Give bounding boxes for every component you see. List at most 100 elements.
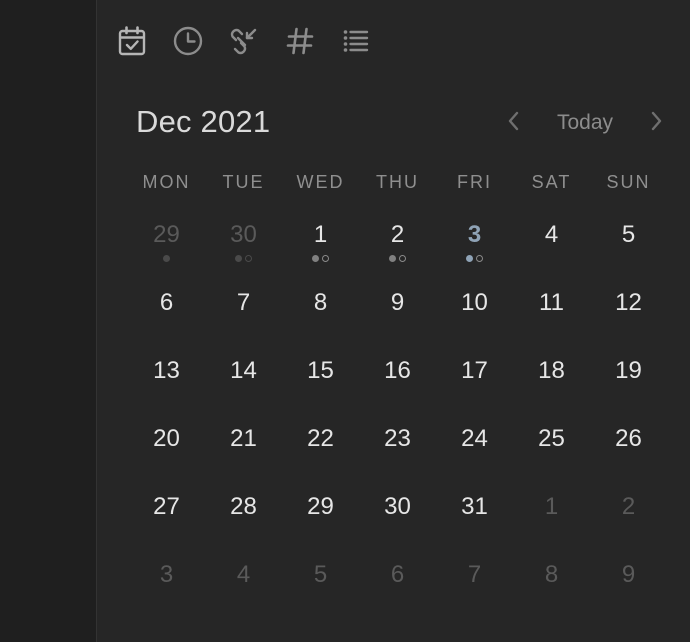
- day-cell[interactable]: 2: [590, 473, 667, 541]
- weekday-label: TUE: [222, 172, 265, 192]
- day-cell[interactable]: 31: [436, 473, 513, 541]
- day-cell[interactable]: 1: [282, 201, 359, 269]
- day-cell[interactable]: 15: [282, 337, 359, 405]
- day-number: 23: [384, 425, 411, 452]
- note-indicators: [282, 255, 359, 262]
- day-cell[interactable]: 30: [359, 473, 436, 541]
- day-cell[interactable]: 9: [359, 269, 436, 337]
- day-number: 10: [461, 289, 488, 316]
- day-cell[interactable]: 30: [205, 201, 282, 269]
- weekday-label: SUN: [606, 172, 651, 192]
- weekday-label: FRI: [457, 172, 492, 192]
- day-cell[interactable]: 12: [590, 269, 667, 337]
- day-number: 8: [544, 561, 559, 588]
- day-cell[interactable]: 20: [128, 405, 205, 473]
- day-number: 9: [621, 561, 636, 588]
- chevron-left-icon: [506, 109, 522, 138]
- day-number: 19: [615, 357, 642, 384]
- day-number: 5: [313, 561, 328, 588]
- day-cell[interactable]: 14: [205, 337, 282, 405]
- day-cell[interactable]: 26: [590, 405, 667, 473]
- day-number: 16: [384, 357, 411, 384]
- recent-tab-button[interactable]: [168, 21, 208, 61]
- task-dot: [245, 255, 252, 262]
- day-cell[interactable]: 5: [590, 201, 667, 269]
- day-cell[interactable]: 6: [359, 541, 436, 609]
- day-cell[interactable]: 17: [436, 337, 513, 405]
- day-number: 24: [461, 425, 488, 452]
- toolbar: [112, 16, 392, 66]
- today-day-cell[interactable]: 3: [436, 201, 513, 269]
- chevron-right-icon: [648, 109, 664, 138]
- calendar-grid: 29 30 1 2 3 4 5 6 7 8 9 10 11 12 13 14 15 16 17 18 19 20 21 22 2…: [128, 201, 667, 609]
- note-indicators: [359, 255, 436, 262]
- day-cell[interactable]: 3: [128, 541, 205, 609]
- day-cell[interactable]: 28: [205, 473, 282, 541]
- day-cell[interactable]: 6: [128, 269, 205, 337]
- note-dot: [312, 255, 319, 262]
- task-dot: [322, 255, 329, 262]
- weekday-label: THU: [376, 172, 419, 192]
- day-cell[interactable]: 24: [436, 405, 513, 473]
- day-cell[interactable]: 13: [128, 337, 205, 405]
- day-cell[interactable]: 8: [282, 269, 359, 337]
- day-number: 1: [313, 221, 328, 248]
- day-cell[interactable]: 19: [590, 337, 667, 405]
- day-cell[interactable]: 23: [359, 405, 436, 473]
- day-number: 6: [159, 289, 174, 316]
- day-cell[interactable]: 2: [359, 201, 436, 269]
- day-cell[interactable]: 4: [205, 541, 282, 609]
- day-number: 26: [615, 425, 642, 452]
- note-dot: [389, 255, 396, 262]
- note-dot: [163, 255, 170, 262]
- day-cell[interactable]: 7: [436, 541, 513, 609]
- hashtag-icon: [284, 25, 316, 57]
- note-indicators: [205, 255, 282, 262]
- weekday-label: SAT: [531, 172, 572, 192]
- day-cell[interactable]: 11: [513, 269, 590, 337]
- month-title: Dec 2021: [136, 104, 271, 139]
- day-number: 18: [538, 357, 565, 384]
- day-cell[interactable]: 18: [513, 337, 590, 405]
- day-number: 6: [390, 561, 405, 588]
- day-cell[interactable]: 7: [205, 269, 282, 337]
- day-cell[interactable]: 25: [513, 405, 590, 473]
- day-cell[interactable]: 22: [282, 405, 359, 473]
- day-cell[interactable]: 5: [282, 541, 359, 609]
- day-cell[interactable]: 8: [513, 541, 590, 609]
- day-cell[interactable]: 16: [359, 337, 436, 405]
- weekday-label: MON: [142, 172, 191, 192]
- list-icon: [340, 25, 372, 57]
- day-cell[interactable]: 10: [436, 269, 513, 337]
- day-number: 3: [467, 221, 482, 248]
- outline-tab-button[interactable]: [336, 21, 376, 61]
- day-number: 1: [544, 493, 559, 520]
- left-panel: [0, 0, 97, 642]
- day-number: 31: [461, 493, 488, 520]
- day-cell[interactable]: 21: [205, 405, 282, 473]
- calendar-tab-button[interactable]: [112, 21, 152, 61]
- day-number: 28: [230, 493, 257, 520]
- day-cell[interactable]: 4: [513, 201, 590, 269]
- note-indicators: [436, 255, 513, 262]
- day-number: 5: [621, 221, 636, 248]
- day-cell[interactable]: 1: [513, 473, 590, 541]
- clock-icon: [172, 25, 204, 57]
- day-cell[interactable]: 9: [590, 541, 667, 609]
- day-number: 7: [236, 289, 251, 316]
- day-cell[interactable]: 29: [282, 473, 359, 541]
- today-button[interactable]: Today: [557, 111, 613, 135]
- calendar-check-icon: [117, 25, 147, 57]
- day-cell[interactable]: 29: [128, 201, 205, 269]
- links-tab-button[interactable]: [224, 21, 264, 61]
- tags-tab-button[interactable]: [280, 21, 320, 61]
- note-indicators: [128, 255, 205, 262]
- day-cell[interactable]: 27: [128, 473, 205, 541]
- calendar-app: Dec 2021 Today MON TUE WED THU FRI SAT S…: [0, 0, 690, 642]
- link-icon: [228, 25, 260, 57]
- previous-month-button[interactable]: [500, 106, 528, 140]
- weekday-header-row: MON TUE WED THU FRI SAT SUN: [128, 172, 667, 193]
- note-dot: [235, 255, 242, 262]
- day-number: 14: [230, 357, 257, 384]
- next-month-button[interactable]: [642, 106, 670, 140]
